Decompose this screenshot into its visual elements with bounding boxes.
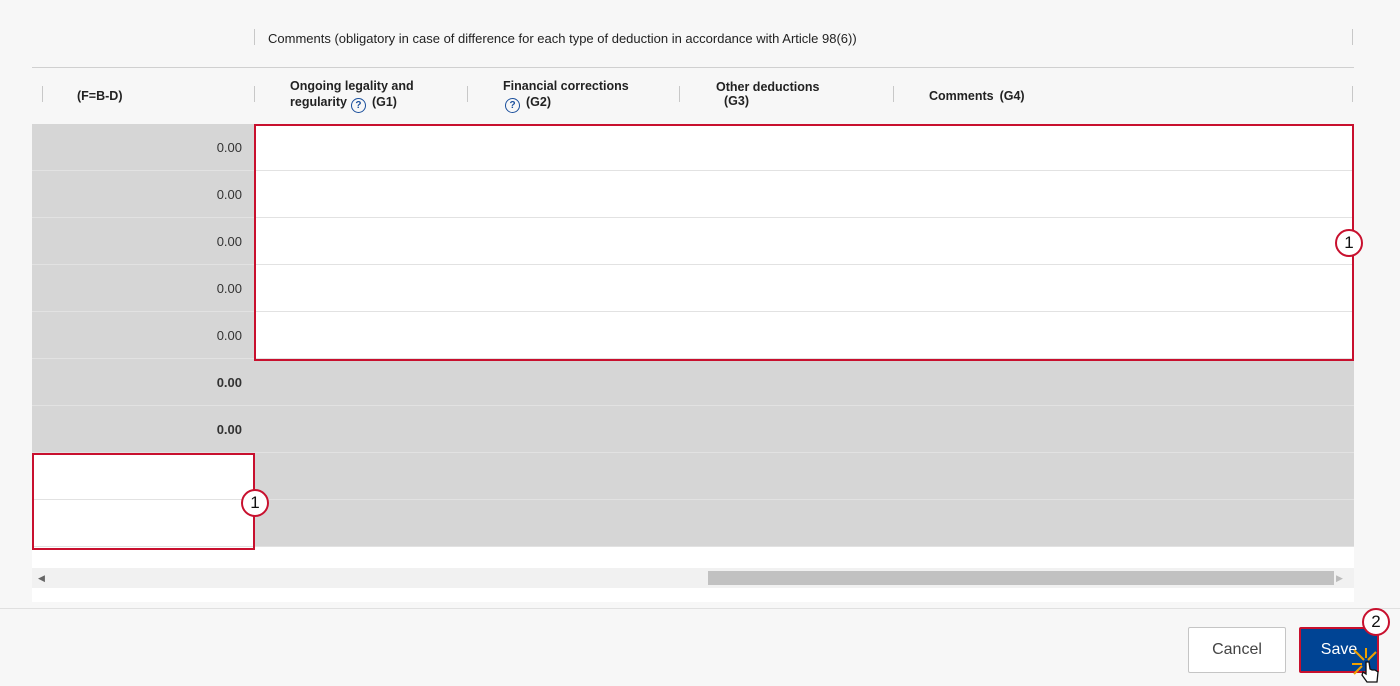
question-circle-icon[interactable]: ? xyxy=(505,98,520,113)
column-header-g3: Other deductions (G3) xyxy=(716,80,819,108)
column-header-f: (F=B-D) xyxy=(77,89,123,103)
column-header-g2-line1: Financial corrections xyxy=(503,79,629,93)
column-header-g2-code: (G2) xyxy=(526,95,551,109)
column-divider xyxy=(893,86,894,102)
total-f-value: 0.00 xyxy=(32,312,254,358)
column-divider xyxy=(467,86,468,102)
annotation-badge-1: 1 xyxy=(241,489,269,517)
column-header-g3-line1: Other deductions xyxy=(716,80,820,94)
table-body: 0.00 0.00 0.00 0.00 0.00 0.00 0.00 xyxy=(32,124,1354,547)
total-f-value: 0.00 xyxy=(32,359,254,405)
readonly-cell xyxy=(254,406,1354,452)
column-header-g1: Ongoing legality and regularity? (G1) xyxy=(290,78,414,113)
table-row xyxy=(32,453,1354,500)
scrollbar-thumb[interactable] xyxy=(708,571,1334,585)
total-f-value: 0.00 xyxy=(32,406,254,452)
comments-input-cell[interactable] xyxy=(254,265,1354,311)
column-divider xyxy=(254,86,255,102)
hand-pointer-icon xyxy=(1352,648,1379,683)
column-header-g4-code: (G4) xyxy=(999,89,1025,103)
scroll-left-icon[interactable]: ◀ xyxy=(38,568,48,588)
column-header-g4: Comments (G4) xyxy=(929,88,1025,104)
column-header-g1-code: (G1) xyxy=(371,95,397,109)
comments-input-cell[interactable] xyxy=(254,218,1354,264)
question-circle-icon[interactable]: ? xyxy=(350,98,366,113)
column-divider xyxy=(42,86,43,102)
f-input-cell[interactable] xyxy=(32,500,254,546)
comments-input-cell[interactable] xyxy=(254,312,1354,358)
readonly-cell xyxy=(254,500,1354,546)
column-header-g3-code: (G3) xyxy=(724,94,749,108)
column-header-g4-label: Comments xyxy=(929,89,994,103)
comments-input-cell[interactable] xyxy=(254,124,1354,170)
column-divider xyxy=(1352,29,1353,45)
comments-group-title: Comments (obligatory in case of differen… xyxy=(268,31,857,46)
table-row: 0.00 xyxy=(32,265,1354,312)
column-header-g1-line2: regularity xyxy=(290,95,347,109)
table-row xyxy=(32,500,1354,547)
table-row: 0.00 xyxy=(32,406,1354,453)
column-divider xyxy=(1352,86,1353,102)
annotation-badge-1: 1 xyxy=(1335,229,1363,257)
readonly-cell xyxy=(254,359,1354,405)
table-row: 0.00 xyxy=(32,312,1354,359)
table-row: 0.00 xyxy=(32,359,1354,406)
column-header-row xyxy=(32,68,1354,124)
column-header-g2: Financial corrections ? (G2) xyxy=(503,78,629,113)
table-row: 0.00 xyxy=(32,171,1354,218)
annotation-badge-2: 2 xyxy=(1362,608,1390,636)
scroll-right-icon[interactable]: ▶ xyxy=(1336,568,1346,588)
total-f-value: 0.00 xyxy=(32,124,254,170)
table-row: 0.00 xyxy=(32,124,1354,171)
readonly-cell xyxy=(254,453,1354,499)
total-f-value: 0.00 xyxy=(32,265,254,311)
cancel-button[interactable]: Cancel xyxy=(1188,627,1286,673)
f-input-cell[interactable] xyxy=(32,453,254,499)
column-header-g1-line1: Ongoing legality and xyxy=(290,79,414,93)
total-f-value: 0.00 xyxy=(32,218,254,264)
footer-divider xyxy=(0,608,1400,609)
column-divider xyxy=(679,86,680,102)
table-row: 0.00 xyxy=(32,218,1354,265)
comments-input-cell[interactable] xyxy=(254,171,1354,217)
total-f-value: 0.00 xyxy=(32,171,254,217)
column-divider xyxy=(254,29,255,45)
horizontal-scrollbar[interactable]: ◀ ▶ xyxy=(32,568,1354,588)
